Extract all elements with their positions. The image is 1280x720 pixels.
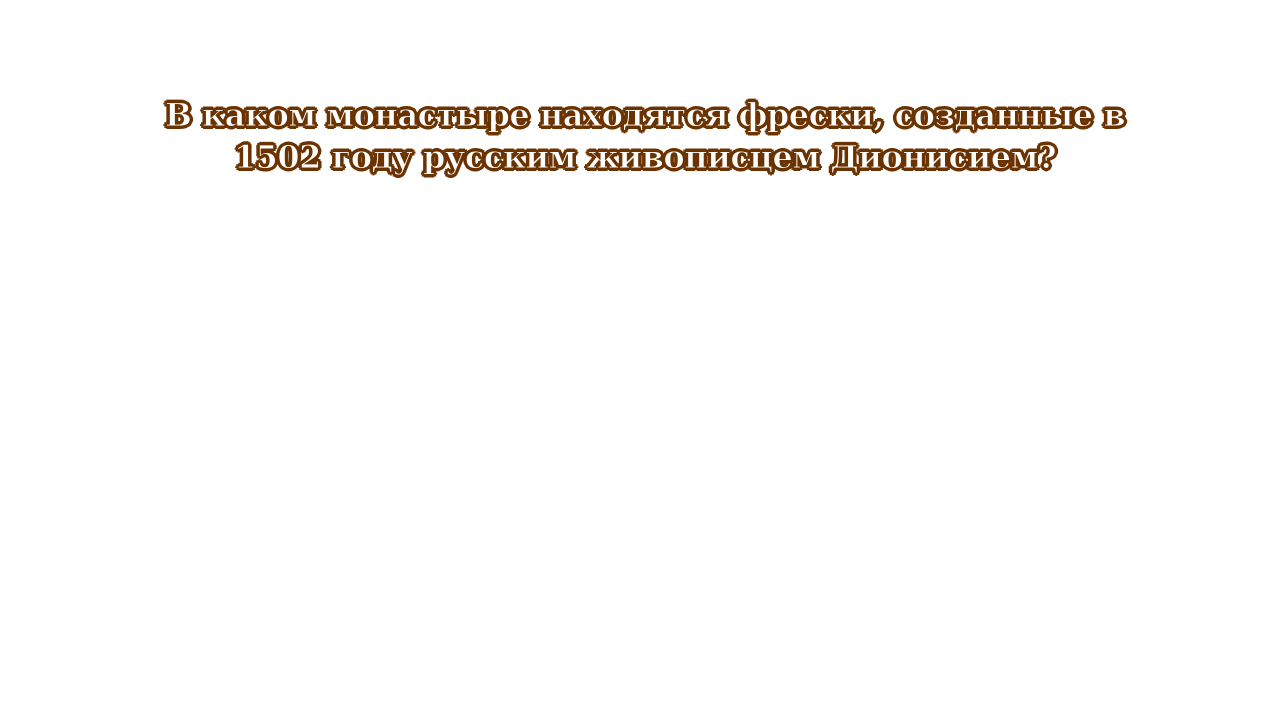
question-title: В каком монастыре находятся фрески, созд… [164, 96, 1126, 177]
slide: В каком монастыре находятся фрески, созд… [0, 0, 1280, 720]
